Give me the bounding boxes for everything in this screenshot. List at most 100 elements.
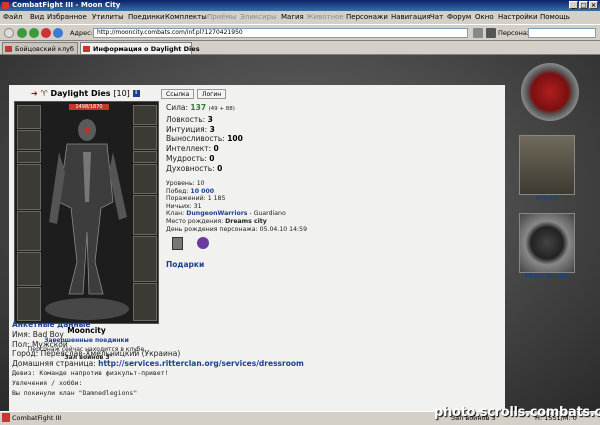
necklace-slot[interactable]	[133, 126, 157, 150]
menu-icon[interactable]	[4, 28, 14, 38]
link-button[interactable]: Ссылка	[161, 89, 195, 99]
close-icon[interactable]: ×	[589, 1, 598, 9]
character-name: Daylight Dies	[50, 89, 111, 98]
homepage-link[interactable]: http://services.ritterclan.org/services/…	[98, 359, 304, 368]
personal-hobbies: Увлечения / хобби:	[12, 378, 83, 387]
persona-select[interactable]	[528, 28, 596, 38]
address-toolbar: Адрес: http://mooncity.combats.com/inf.p…	[0, 24, 600, 41]
wins-link[interactable]: 10 000	[190, 188, 214, 195]
amulet-slot[interactable]	[17, 151, 41, 163]
photo-scrolls-label: Photo Scrolls	[524, 273, 570, 280]
belt-slot[interactable]	[17, 252, 41, 286]
stat-intuition: Интуиция: 3	[166, 124, 215, 134]
menu-navigation[interactable]: Навигация	[391, 11, 431, 24]
taskbar-app-label[interactable]: CombatFight III	[12, 412, 61, 425]
info-birthplace: Место рождения: Dreams city	[166, 217, 267, 225]
ring-slot[interactable]	[133, 151, 157, 163]
go-icon[interactable]	[473, 28, 483, 38]
app-icon	[2, 2, 9, 9]
menu-animal[interactable]: Животное	[306, 11, 344, 24]
menu-window[interactable]: Окно	[475, 11, 494, 24]
info-losses: Поражений: 1 185	[166, 195, 226, 203]
legs-slot[interactable]	[133, 283, 157, 321]
window-titlebar: CombatFight III - Moon City _ □ ×	[0, 0, 600, 11]
personal-clan-left: Вы покинули клан "Damnedlegions"	[12, 388, 138, 397]
menu-fights[interactable]: Поединки	[128, 11, 165, 24]
tab-label: Информация о Daylight Dies	[93, 45, 200, 53]
info-block: Уровень: 10 Побед: 10 000 Поражений: 1 1…	[166, 180, 307, 233]
info-draws: Ничьих: 31	[166, 202, 202, 210]
offhand-slot[interactable]	[133, 236, 157, 282]
award-icon[interactable]	[197, 237, 209, 249]
scrolls-button[interactable]: Scrolls	[518, 135, 576, 202]
clan-link[interactable]: DungeonWarriors	[186, 210, 247, 217]
shield-slot[interactable]	[133, 195, 157, 235]
gifts-link[interactable]: Подарки	[166, 260, 204, 269]
scrolls-label: Scrolls	[535, 195, 559, 202]
taskbar-app-icon	[2, 413, 10, 422]
character-figure	[49, 119, 127, 295]
tab-fight-club[interactable]: Бойцовский клуб	[2, 42, 78, 54]
menu-settings[interactable]: Настройки	[498, 11, 538, 24]
stats-block: Сила: 137 (49 + 88) Ловкость: 3 Интуиция…	[166, 103, 243, 174]
camera-icon	[519, 213, 575, 273]
boots-slot[interactable]	[17, 287, 41, 321]
character-name-line: ➔ ♈ Daylight Dies [10] i	[31, 89, 140, 98]
personal-info: Анкетные данные Имя: Bad Boy Пол: Мужско…	[12, 320, 304, 398]
address-input[interactable]: http://mooncity.combats.com/inf.pl?12704…	[93, 28, 468, 38]
personal-homepage: Домашняя страница: http://services.ritte…	[12, 359, 304, 369]
weapon-slot[interactable]	[17, 164, 41, 210]
stat-wisdom: Мудрость: 0	[166, 153, 215, 163]
menu-file[interactable]: Файл	[3, 11, 22, 24]
photo-scrolls-button[interactable]: Photo Scrolls	[518, 213, 576, 280]
minimize-icon[interactable]: _	[569, 1, 578, 9]
menu-chat[interactable]: Чат	[430, 11, 443, 24]
menu-help[interactable]: Помощь	[540, 11, 570, 24]
login-button[interactable]: Логин	[197, 89, 227, 99]
personal-motto: Девиз: Команде напротив физкульт-привет!	[12, 368, 169, 377]
mooncity-emblem-icon[interactable]	[521, 63, 579, 121]
address-label: Адрес:	[70, 29, 93, 37]
menu-utilities[interactable]: Утилиты	[92, 11, 124, 24]
maximize-icon[interactable]: □	[579, 1, 588, 9]
earring-slot[interactable]	[133, 105, 157, 125]
refresh-icon[interactable]	[53, 28, 63, 38]
settings-icon[interactable]	[486, 28, 496, 38]
menu-favorites[interactable]: Избранное	[47, 11, 87, 24]
tab-character-info[interactable]: Информация о Daylight Dies	[80, 42, 200, 54]
tab-bar: Бойцовский клуб Информация о Daylight Di…	[0, 41, 600, 55]
personal-heading: Анкетные данные	[12, 320, 91, 329]
character-panel: ➔ ♈ Daylight Dies [10] i Ссылка Логин 14…	[9, 85, 505, 411]
info-badge-icon[interactable]: i	[132, 90, 140, 97]
page-content: ➔ ♈ Daylight Dies [10] i Ссылка Логин 14…	[0, 55, 600, 411]
menu-sets[interactable]: Комплекты	[165, 11, 207, 24]
menu-magic[interactable]: Магия	[281, 11, 304, 24]
bracer-slot[interactable]	[17, 130, 41, 150]
gloves-slot[interactable]	[133, 164, 157, 194]
club-icon	[5, 46, 12, 52]
stop-icon[interactable]	[41, 28, 51, 38]
menu-forum[interactable]: Форум	[447, 11, 471, 24]
menu-elixirs[interactable]: Эликсиры	[240, 11, 277, 24]
tab-label: Бойцовский клуб	[15, 45, 74, 53]
stat-endurance: Выносливость: 100	[166, 134, 243, 144]
watermark: photo.scrolls.combats.com	[434, 405, 600, 420]
hp-bar: 1498/1870	[69, 104, 109, 110]
stat-agility: Ловкость: 3	[166, 114, 213, 124]
menu-characters[interactable]: Персонажи	[346, 11, 388, 24]
medal-icon[interactable]	[172, 237, 183, 250]
armor-slot[interactable]	[17, 211, 41, 251]
back-icon[interactable]	[17, 28, 27, 38]
forward-icon[interactable]	[29, 28, 39, 38]
personal-name: Имя: Bad Boy	[12, 329, 64, 339]
scroll-icon	[519, 135, 575, 195]
menu-techniques[interactable]: Приёмы	[207, 11, 236, 24]
helmet-slot[interactable]	[17, 105, 41, 129]
menu-bar: Файл Вид Избранное Утилиты Поединки Комп…	[0, 11, 600, 24]
arrow-icon: ➔	[31, 89, 38, 98]
info-clan: Клан: DungeonWarriors - Guardiano	[166, 210, 286, 218]
banner-emblem-icon	[45, 298, 129, 320]
info-level: Уровень: 10	[166, 180, 205, 187]
stat-strength: Сила: 137 (49 + 88)	[166, 103, 235, 112]
menu-view[interactable]: Вид	[30, 11, 44, 24]
